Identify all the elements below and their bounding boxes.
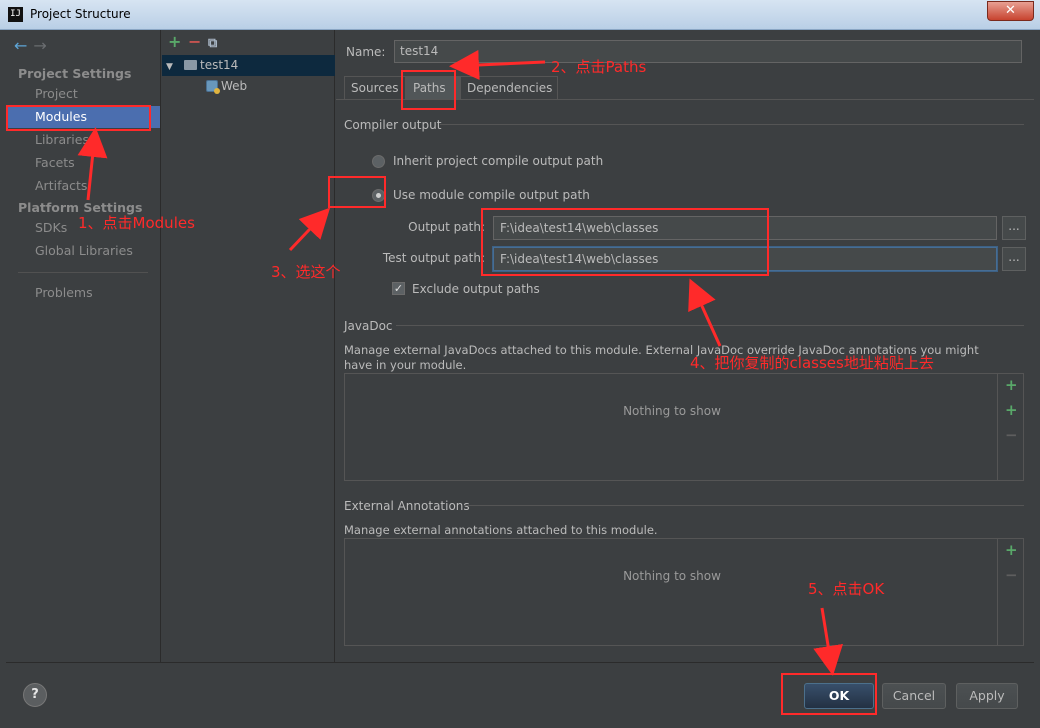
compiler-output-heading: Compiler output bbox=[344, 118, 442, 132]
intellij-app-icon: IJ bbox=[8, 7, 23, 22]
navigation-arrows: ← → bbox=[14, 36, 47, 55]
cancel-button[interactable]: Cancel bbox=[882, 683, 946, 709]
sidebar-item-project[interactable]: Project bbox=[6, 83, 160, 105]
external-annotations-empty-text: Nothing to show bbox=[623, 569, 721, 583]
back-arrow-icon[interactable]: ← bbox=[14, 36, 27, 55]
help-button[interactable]: ? bbox=[23, 683, 47, 707]
module-folder-icon bbox=[184, 60, 197, 70]
exclude-output-label: Exclude output paths bbox=[412, 282, 540, 296]
sidebar-item-problems[interactable]: Problems bbox=[6, 282, 160, 304]
group-divider bbox=[464, 505, 1024, 506]
add-annotation-icon[interactable]: + bbox=[1005, 541, 1018, 559]
remove-annotation-icon[interactable]: − bbox=[1005, 566, 1018, 584]
group-divider bbox=[396, 325, 1024, 326]
annotation-step-1: 1、点击Modules bbox=[78, 214, 195, 232]
module-settings-panel: Name: test14 Sources Paths Dependencies … bbox=[336, 30, 1034, 662]
remove-javadoc-icon[interactable]: − bbox=[1005, 426, 1018, 444]
annotation-highlight-radio bbox=[328, 176, 386, 208]
name-label: Name: bbox=[346, 45, 386, 59]
annotation-step-2: 2、点击Paths bbox=[551, 58, 647, 76]
annotation-highlight-modules bbox=[6, 105, 151, 131]
annotation-highlight-ok bbox=[781, 673, 877, 715]
javadoc-empty-text: Nothing to show bbox=[623, 404, 721, 418]
title-bar: IJ Project Structure ✕ bbox=[0, 0, 1040, 30]
group-divider bbox=[440, 124, 1024, 125]
javadoc-list[interactable]: Nothing to show + + − bbox=[344, 373, 1024, 481]
dialog-footer: ? OK Cancel Apply bbox=[6, 662, 1034, 722]
annotation-step-4: 4、把你复制的classes地址粘贴上去 bbox=[690, 354, 934, 372]
test-output-path-browse-button[interactable]: ... bbox=[1002, 247, 1026, 271]
module-tree-panel: + − ⧉ ▼ test14 Web bbox=[162, 30, 335, 662]
output-path-browse-button[interactable]: ... bbox=[1002, 216, 1026, 240]
tree-item-label: test14 bbox=[200, 58, 239, 72]
javadoc-list-toolbar: + + − bbox=[997, 374, 1023, 480]
project-structure-dialog: ← → Project Settings Project Modules Libr… bbox=[6, 30, 1034, 722]
annotation-highlight-paths bbox=[481, 208, 769, 276]
exclude-output-checkbox[interactable]: ✓ bbox=[392, 282, 405, 295]
apply-button[interactable]: Apply bbox=[956, 683, 1018, 709]
project-settings-heading: Project Settings bbox=[18, 66, 132, 81]
sidebar-item-facets[interactable]: Facets bbox=[6, 152, 160, 174]
javadoc-heading: JavaDoc bbox=[344, 319, 393, 333]
sidebar-item-artifacts[interactable]: Artifacts bbox=[6, 175, 160, 197]
sidebar-divider bbox=[18, 272, 148, 273]
external-annotations-description: Manage external annotations attached to … bbox=[344, 523, 658, 537]
tab-sources[interactable]: Sources bbox=[344, 76, 406, 100]
tree-toolbar: + − ⧉ bbox=[168, 32, 228, 54]
sidebar-item-global-libraries[interactable]: Global Libraries bbox=[6, 240, 160, 262]
window-title: Project Structure bbox=[30, 7, 131, 21]
tree-item-label: Web bbox=[221, 79, 248, 93]
tree-item-web[interactable]: Web bbox=[162, 76, 335, 97]
forward-arrow-icon[interactable]: → bbox=[33, 36, 46, 55]
tab-dependencies[interactable]: Dependencies bbox=[460, 76, 558, 100]
inherit-output-label: Inherit project compile output path bbox=[393, 154, 604, 168]
annotation-step-3: 3、选这个 bbox=[271, 263, 341, 281]
close-window-button[interactable]: ✕ bbox=[987, 1, 1034, 21]
sidebar-item-libraries[interactable]: Libraries bbox=[6, 129, 160, 151]
web-facet-icon bbox=[206, 80, 220, 94]
external-annotations-list[interactable]: Nothing to show + − bbox=[344, 538, 1024, 646]
external-annotations-toolbar: + − bbox=[997, 539, 1023, 645]
module-name-input[interactable]: test14 bbox=[394, 40, 1022, 63]
add-icon[interactable]: + bbox=[168, 32, 188, 51]
annotation-step-5: 5、点击OK bbox=[808, 580, 885, 598]
external-annotations-heading: External Annotations bbox=[344, 499, 470, 513]
inherit-output-radio[interactable] bbox=[372, 155, 385, 168]
tree-item-test14[interactable]: ▼ test14 bbox=[162, 55, 335, 76]
add-javadoc-icon[interactable]: + bbox=[1005, 376, 1018, 394]
test-output-path-label: Test output path: bbox=[382, 251, 485, 265]
copy-icon[interactable]: ⧉ bbox=[208, 36, 228, 51]
add-javadoc-url-icon[interactable]: + bbox=[1005, 401, 1018, 419]
output-path-label: Output path: bbox=[408, 220, 485, 234]
use-module-output-label: Use module compile output path bbox=[393, 188, 590, 202]
remove-icon[interactable]: − bbox=[188, 32, 208, 51]
expand-triangle-icon[interactable]: ▼ bbox=[166, 57, 178, 78]
annotation-highlight-paths-tab bbox=[401, 70, 456, 110]
